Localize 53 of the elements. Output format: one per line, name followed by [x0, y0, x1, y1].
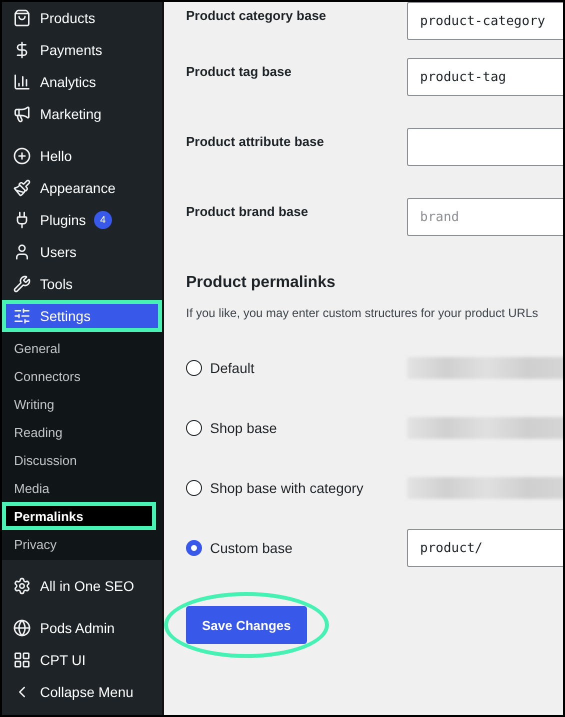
menu-item[interactable]: All in One SEO	[2, 570, 162, 602]
menu-item[interactable]: Collapse Menu	[2, 676, 162, 708]
field-label: Product attribute base	[186, 133, 325, 149]
menu-item[interactable]: Appearance	[2, 172, 162, 204]
option-label: Default	[210, 360, 254, 376]
menu-item[interactable]: Analytics	[2, 66, 162, 98]
option-label: Custom base	[210, 540, 292, 556]
input-field[interactable]: product-tag	[407, 58, 563, 96]
menu-item[interactable]: Plugins 4	[2, 204, 162, 236]
section-title: Product permalinks	[186, 274, 336, 292]
megaphone-icon	[12, 104, 32, 124]
menu-item[interactable]: Users	[2, 236, 162, 268]
submenu-item[interactable]: Permalinks	[2, 502, 156, 530]
menu-item[interactable]: Pods Admin	[2, 612, 162, 644]
sliders-icon	[12, 306, 32, 326]
globe-icon	[12, 618, 32, 638]
gear-icon	[12, 576, 32, 596]
bag-icon	[12, 8, 32, 28]
save-button[interactable]: Save Changes	[186, 606, 307, 644]
menu-item[interactable]: Tools	[2, 268, 162, 300]
menu-item[interactable]: Marketing	[2, 98, 162, 130]
count-badge: 4	[94, 211, 112, 229]
input-field[interactable]	[407, 128, 563, 166]
input-field[interactable]: brand	[407, 198, 563, 236]
wrench-icon	[12, 274, 32, 294]
option-label: Shop base with category	[210, 480, 364, 496]
menu-item[interactable]: Hello	[2, 140, 162, 172]
field-label: Product category base	[186, 7, 328, 23]
menu-item[interactable]: Settings	[2, 300, 162, 332]
menu-item[interactable]: Payments	[2, 34, 162, 66]
grid-icon	[12, 650, 32, 670]
radio-button[interactable]	[186, 420, 202, 436]
radio-button[interactable]	[186, 480, 202, 496]
submenu-item[interactable]: Reading	[2, 418, 162, 446]
submenu-item[interactable]: General	[2, 334, 162, 362]
submenu-item[interactable]: Discussion	[2, 446, 162, 474]
section-description: If you like, you may enter custom structures for your product URLs	[186, 306, 540, 320]
menu-item[interactable]: Products	[2, 2, 162, 34]
submenu-item[interactable]: Privacy	[2, 530, 162, 558]
field-label: Product tag base	[186, 63, 292, 79]
option-label: Shop base	[210, 420, 277, 436]
radio-button[interactable]	[186, 360, 202, 376]
field-label: Product brand base	[186, 203, 310, 219]
input-field[interactable]: product-category	[407, 2, 563, 40]
bar-chart-icon	[12, 72, 32, 92]
plus-circle-icon	[12, 146, 32, 166]
menu-item[interactable]: CPT UI	[2, 644, 162, 676]
submenu-item[interactable]: Connectors	[2, 362, 162, 390]
radio-button[interactable]	[186, 540, 202, 556]
input-field[interactable]: product/	[407, 529, 563, 567]
submenu-item[interactable]: Media	[2, 474, 162, 502]
paintbrush-icon	[12, 178, 32, 198]
submenu-item[interactable]: Writing	[2, 390, 162, 418]
